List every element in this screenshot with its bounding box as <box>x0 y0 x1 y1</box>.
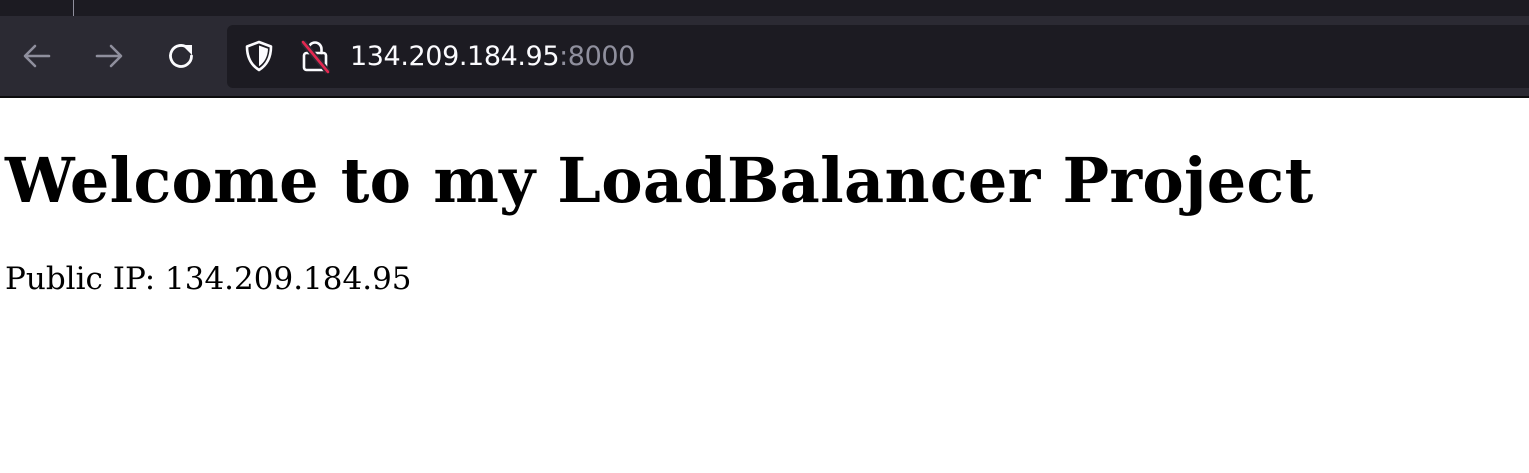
page-content: Welcome to my LoadBalancer Project Publi… <box>0 98 1529 473</box>
forward-arrow-icon <box>95 44 123 68</box>
forward-button[interactable] <box>91 38 127 74</box>
tracking-protection-shield-icon[interactable] <box>242 39 276 73</box>
url-port: :8000 <box>559 41 635 72</box>
url-text[interactable]: 134.209.184.95:8000 <box>350 39 635 75</box>
url-host: 134.209.184.95 <box>350 41 560 72</box>
page-title: Welcome to my LoadBalancer Project <box>5 144 1314 217</box>
browser-toolbar: 134.209.184.95:8000 <box>0 0 1529 98</box>
public-ip-text: Public IP: 134.209.184.95 <box>5 261 412 297</box>
reload-button[interactable] <box>163 38 199 74</box>
back-button[interactable] <box>19 38 55 74</box>
insecure-lock-icon[interactable] <box>297 38 333 74</box>
tab-divider <box>73 0 74 16</box>
tab-strip <box>0 0 1529 16</box>
reload-icon <box>169 44 193 68</box>
back-arrow-icon <box>23 44 51 68</box>
